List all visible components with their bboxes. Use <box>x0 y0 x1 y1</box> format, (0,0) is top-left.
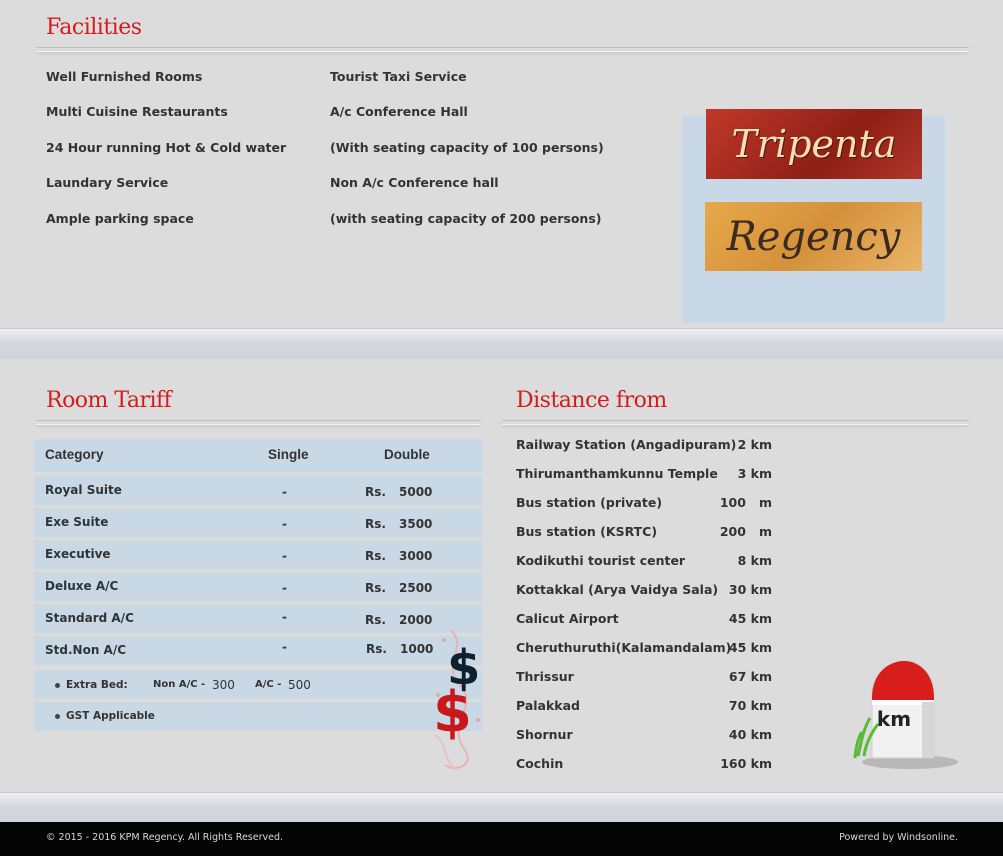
tariff-header-row: Category Single Double <box>34 439 482 472</box>
table-row: Executive - Rs. 3000 <box>34 540 482 569</box>
row-category: Royal Suite <box>45 483 122 497</box>
place-distance: 45 km <box>728 611 772 626</box>
row-double: 1000 <box>400 642 434 656</box>
logo-regency: Regency <box>705 202 922 271</box>
row-currency: Rs. <box>365 549 386 563</box>
place-distance: 160 km <box>720 756 772 771</box>
table-row: Exe Suite - Rs. 3500 <box>34 508 482 537</box>
distance-heading: Distance from <box>516 388 667 413</box>
row-double: 3500 <box>399 517 433 531</box>
milestone-label: km <box>877 707 911 731</box>
extra-bed-row: Extra Bed: Non A/C - 300 A/C - 500 <box>34 670 482 699</box>
footer-copyright: © 2015 - 2016 KPM Regency. All Rights Re… <box>46 832 283 843</box>
place-name: Palakkad <box>516 698 580 713</box>
place-name: Kodikuthi tourist center <box>516 553 686 568</box>
row-double: 5000 <box>399 485 433 499</box>
place-distance: 200 m <box>719 524 772 539</box>
column-header-double: Double <box>384 447 430 462</box>
row-double: 3000 <box>399 549 433 563</box>
milestone-km-icon: km <box>853 660 958 769</box>
row-single: - <box>282 581 287 595</box>
facilities-heading: Facilities <box>46 15 142 40</box>
row-category: Executive <box>45 547 111 561</box>
extra-bed-ac-value: 500 <box>288 678 311 692</box>
bullet-icon <box>55 683 60 688</box>
place-distance: 3 km <box>737 466 772 481</box>
footer-credit-link[interactable]: Powered by Windsonline. <box>839 832 958 843</box>
table-row: Deluxe A/C - Rs. 2500 <box>34 572 482 601</box>
tariff-divider <box>36 420 481 425</box>
table-row: Royal Suite - Rs. 5000 <box>34 476 482 505</box>
row-single: - <box>282 549 287 563</box>
row-category: Exe Suite <box>45 515 109 529</box>
extra-bed-label: Extra Bed: <box>66 679 128 691</box>
facility-item: 24 Hour running Hot & Cold water <box>46 140 287 155</box>
row-single: - <box>282 517 287 531</box>
row-single: - <box>282 610 287 624</box>
table-row: Standard A/C - Rs. 2000 <box>34 604 482 633</box>
place-distance: 2 km <box>737 437 772 452</box>
facility-item: Tourist Taxi Service <box>330 69 467 84</box>
gst-row: GST Applicable <box>34 702 482 731</box>
facility-item: Laundary Service <box>46 175 169 190</box>
row-category: Std.Non A/C <box>45 643 127 657</box>
section-band-bottom <box>0 792 1003 823</box>
facility-item: Non A/c Conference hall <box>330 175 499 190</box>
gst-note: GST Applicable <box>66 710 155 722</box>
place-distance: 67 km <box>728 669 772 684</box>
facility-item: A/c Conference Hall <box>330 104 468 119</box>
facilities-divider <box>36 47 969 52</box>
row-currency: Rs. <box>365 581 386 595</box>
place-distance: 8 km <box>737 553 772 568</box>
column-header-category: Category <box>45 447 104 462</box>
place-distance: 40 km <box>728 727 772 742</box>
row-category: Standard A/C <box>45 611 134 625</box>
row-currency: Rs. <box>365 485 386 499</box>
tariff-heading: Room Tariff <box>46 388 172 413</box>
footer: © 2015 - 2016 KPM Regency. All Rights Re… <box>0 822 1003 856</box>
row-double: 2500 <box>399 581 433 595</box>
dollar-red-icon: $ <box>433 680 472 745</box>
facility-item: (With seating capacity of 100 persons) <box>330 140 604 155</box>
extra-bed-nonac-value: 300 <box>212 678 235 692</box>
row-category: Deluxe A/C <box>45 579 119 593</box>
row-currency: Rs. <box>365 613 386 627</box>
table-row: Std.Non A/C - Rs. 1000 <box>34 636 482 665</box>
facility-item: Well Furnished Rooms <box>46 69 203 84</box>
row-single: - <box>282 485 287 499</box>
logo-tripenta: Tripenta <box>706 109 922 179</box>
row-double: 2000 <box>399 613 433 627</box>
place-name: Cochin <box>516 756 564 771</box>
place-name: Calicut Airport <box>516 611 619 626</box>
place-name: Shornur <box>516 727 573 742</box>
place-distance: 45 km <box>728 640 772 655</box>
place-distance: 70 km <box>728 698 772 713</box>
place-name: Kottakkal (Arya Vaidya Sala) <box>516 582 719 597</box>
row-currency: Rs. <box>365 517 386 531</box>
facility-item: Ample parking space <box>46 211 194 226</box>
place-name: Thirumanthamkunnu Temple <box>516 466 718 481</box>
extra-bed-nonac-label: Non A/C - <box>153 679 206 690</box>
place-distance: 30 km <box>728 582 772 597</box>
section-band <box>0 328 1003 359</box>
row-single: - <box>282 640 287 654</box>
facility-item: Multi Cuisine Restaurants <box>46 104 228 119</box>
place-distance: 100 m <box>719 495 772 510</box>
bullet-icon <box>55 714 60 719</box>
place-name: Bus station (KSRTC) <box>516 524 658 539</box>
row-currency: Rs. <box>366 642 387 656</box>
facility-item: (with seating capacity of 200 persons) <box>330 211 602 226</box>
extra-bed-ac-label: A/C - <box>255 679 282 690</box>
column-header-single: Single <box>268 447 309 462</box>
place-name: Bus station (private) <box>516 495 663 510</box>
place-name: Thrissur <box>516 669 574 684</box>
distance-divider <box>502 420 969 425</box>
